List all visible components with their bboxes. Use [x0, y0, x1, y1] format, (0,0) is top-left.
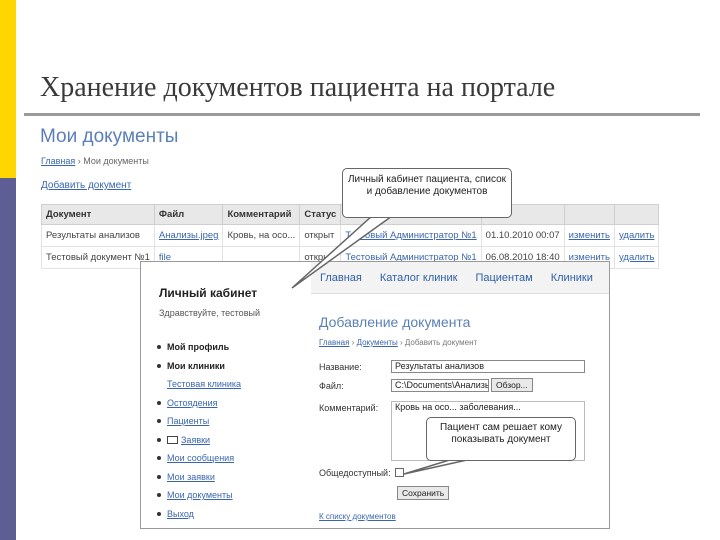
cell-file-link[interactable]: Анализы.jpeg — [153, 224, 224, 247]
breadcrumb-documents[interactable]: Документы — [357, 338, 398, 347]
bullet-icon — [157, 345, 161, 350]
cell-date: 01.10.2010 00:07 — [480, 224, 565, 247]
breadcrumb-current: Добавить документ — [404, 338, 478, 347]
bullet-icon — [157, 511, 161, 516]
envelope-icon — [167, 435, 178, 444]
browse-button[interactable]: Обзор... — [491, 378, 533, 392]
breadcrumb: Главная › Мои документы — [41, 156, 149, 166]
form-heading: Добавление документа — [319, 314, 471, 330]
slide-title: Хранение документов пациента на портале — [40, 72, 556, 103]
bullet-icon — [157, 437, 161, 442]
sidebar-item-test-clinic[interactable]: Тестовая клиника — [157, 375, 241, 394]
sidebar-item-label: Мои клиники — [167, 360, 225, 371]
add-document-screenshot: Главная Каталог клиник Пациентам Клиники… — [140, 261, 610, 529]
add-document-form: Добавление документа Главная › Документы… — [311, 302, 609, 528]
documents-heading: Мои документы — [40, 126, 179, 147]
nav-clinic-catalog[interactable]: Каталог клиник — [371, 272, 467, 284]
delete-link[interactable]: удалить — [613, 224, 660, 247]
sidebar-item-my-clinics[interactable]: Мои клиники — [157, 357, 241, 376]
sidebar-menu: Мой профиль Мои клиники Тестовая клиника… — [157, 338, 241, 523]
nav-clinics[interactable]: Клиники — [542, 272, 602, 284]
sidebar-item-label: Мои сообщения — [167, 453, 235, 464]
greeting-text: Здравствуйте, тестовый — [159, 308, 260, 318]
bullet-icon — [157, 363, 161, 368]
sidebar-item-logout[interactable]: Выход — [157, 505, 241, 524]
col-status[interactable]: Статус — [299, 204, 342, 225]
callout-patient-decides: Пациент сам решает кому показывать докум… — [426, 417, 576, 461]
name-label: Название: — [319, 362, 362, 372]
sidebar-item-label: Мой профиль — [167, 342, 230, 353]
edit-link[interactable]: изменить — [563, 224, 615, 247]
title-rule — [24, 113, 700, 116]
sidebar-item-patients[interactable]: Пациенты — [157, 412, 241, 431]
breadcrumb-current: Мои документы — [83, 156, 149, 166]
sidebar-item-documents[interactable]: Мои документы — [157, 486, 241, 505]
col-edit — [563, 204, 615, 225]
cell-status: открыт — [299, 224, 342, 247]
sidebar-item-3[interactable]: Остоядения — [157, 394, 241, 413]
bullet-icon — [157, 419, 161, 424]
decorative-strip — [0, 0, 16, 540]
delete-link[interactable]: удалить — [613, 246, 660, 269]
table-row: Результаты анализов Анализы.jpeg Кровь, … — [41, 224, 660, 247]
col-file[interactable]: Файл — [153, 204, 224, 225]
sidebar-item-label: Выход — [167, 508, 194, 519]
file-label: Файл: — [319, 381, 344, 391]
cell-comment: Кровь, на осо... — [222, 224, 301, 247]
sidebar-item-label: Тестовая клиника — [167, 379, 242, 390]
shared-label: Общедоступный: — [319, 468, 391, 478]
add-document-link[interactable]: Добавить документ — [41, 180, 131, 191]
strip-yellow-block — [0, 0, 16, 178]
nav-home[interactable]: Главная — [311, 272, 371, 284]
bullet-icon — [157, 456, 161, 461]
form-breadcrumb: Главная › Документы › Добавить документ — [319, 338, 478, 347]
top-nav: Главная Каталог клиник Пациентам Клиники — [311, 262, 609, 294]
sidebar-item-my-requests[interactable]: Мои заявки — [157, 468, 241, 487]
shared-checkbox[interactable] — [395, 468, 404, 477]
breadcrumb-home[interactable]: Главная — [319, 338, 349, 347]
strip-blue-block — [0, 178, 16, 540]
save-button[interactable]: Сохранить — [397, 486, 450, 500]
sidebar-item-label: Мои заявки — [167, 471, 215, 482]
cell-author-link[interactable]: Тестовый Администратор №1 — [340, 224, 482, 247]
sidebar-item-label: Мои документы — [167, 490, 233, 501]
back-to-list-link[interactable]: К списку документов — [319, 512, 396, 521]
sidebar-title: Личный кабинет — [159, 286, 258, 300]
sidebar-item-messages[interactable]: Мои сообщения — [157, 449, 241, 468]
sidebar-item-label: Пациенты — [167, 416, 210, 427]
nav-patients[interactable]: Пациентам — [466, 272, 541, 284]
breadcrumb-home[interactable]: Главная — [41, 156, 75, 166]
callout-personal-cabinet: Личный кабинет пациента, список и добавл… — [342, 168, 512, 218]
cell-document: Результаты анализов — [41, 224, 155, 247]
col-comment[interactable]: Комментарий — [222, 204, 301, 225]
col-delete — [613, 204, 660, 225]
bullet-icon — [157, 474, 161, 479]
name-input[interactable]: Результаты анализов — [391, 360, 585, 373]
sidebar-item-requests[interactable]: Заявки — [157, 431, 241, 450]
comment-label: Комментарий: — [319, 403, 379, 413]
sidebar-item-label: Остоядения — [167, 397, 218, 408]
bullet-icon — [157, 493, 161, 498]
sidebar-item-label: Заявки — [181, 434, 211, 445]
col-document[interactable]: Документ — [41, 204, 155, 225]
cell-document: Тестовый документ №1 — [41, 246, 155, 269]
bullet-icon — [157, 400, 161, 405]
sidebar-item-profile[interactable]: Мой профиль — [157, 338, 241, 357]
file-input[interactable]: C:\Documents\Анализы — [391, 379, 489, 392]
